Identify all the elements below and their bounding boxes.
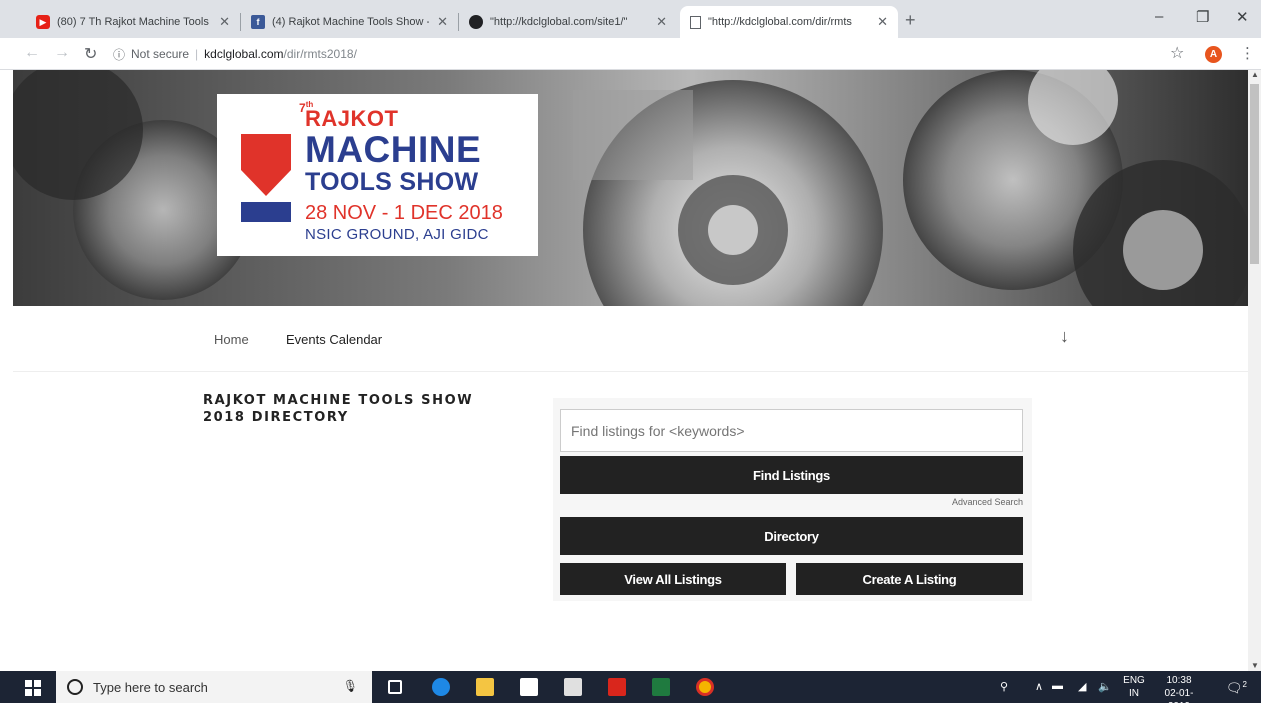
profile-avatar[interactable]: A <box>1205 46 1222 63</box>
directory-button[interactable]: Directory <box>560 517 1023 555</box>
facebook-icon: f <box>251 15 265 29</box>
task-view-icon[interactable] <box>388 680 402 694</box>
mail-icon[interactable] <box>564 678 582 696</box>
browser-tab-strip: ▶ (80) 7 Th Rajkot Machine Tools S ✕ f (… <box>0 0 1261 38</box>
language-code: ENG <box>1123 675 1145 686</box>
logo-venue: NSIC GROUND, AJI GIDC <box>305 226 489 243</box>
browser-toolbar: ← → ↻ ⓘ Not secure | kdclglobal.com /dir… <box>0 38 1261 70</box>
close-window-icon[interactable]: ✕ <box>1236 8 1249 26</box>
battery-icon[interactable]: ▬ <box>1052 680 1063 692</box>
close-tab-icon[interactable]: ✕ <box>437 14 448 30</box>
taskbar-search-box[interactable]: Type here to search 🎙 <box>56 671 372 703</box>
browser-tab[interactable]: f (4) Rajkot Machine Tools Show - ✕ <box>241 6 458 38</box>
browser-tab[interactable]: ▶ (80) 7 Th Rajkot Machine Tools S ✕ <box>26 6 240 38</box>
page-icon <box>690 15 701 29</box>
address-bar[interactable]: ⓘ Not secure | kdclglobal.com /dir/rmts2… <box>113 44 357 64</box>
menu-icon[interactable]: ⋮ <box>1240 44 1255 62</box>
wifi-icon[interactable]: ◢ <box>1078 680 1086 693</box>
store-icon[interactable] <box>520 678 538 696</box>
scroll-down-arrow-icon[interactable]: ↓ <box>1060 326 1069 347</box>
region-code: IN <box>1129 688 1139 699</box>
taskbar-search-placeholder: Type here to search <box>93 679 208 695</box>
gears-background-image <box>13 70 1248 306</box>
bookmark-star-icon[interactable]: ☆ <box>1170 43 1184 63</box>
url-domain: kdclglobal.com <box>204 47 284 61</box>
people-icon[interactable]: ⚲ <box>1000 680 1008 693</box>
header-banner: 7th RAJKOT MACHINE TOOLS SHOW 28 NOV - 1… <box>13 70 1248 306</box>
volume-icon[interactable]: 🔈 <box>1098 680 1112 693</box>
view-all-listings-button[interactable]: View All Listings <box>560 563 786 595</box>
search-input[interactable] <box>560 409 1023 452</box>
clock-date: 02-01-2019 <box>1164 688 1194 712</box>
notifications-icon[interactable]: 🗨2 <box>1226 680 1247 696</box>
cortana-icon <box>67 679 83 695</box>
forward-icon[interactable]: → <box>54 44 70 62</box>
security-label: Not secure <box>131 47 190 61</box>
windows-taskbar: Type here to search 🎙 ⚲ ∧ ▬ ◢ 🔈 ENG IN 1… <box>0 671 1261 712</box>
page-scrollbar[interactable]: ▲ ▼ <box>1248 70 1261 671</box>
tray-expand-icon[interactable]: ∧ <box>1035 680 1043 693</box>
logo-emblem <box>241 134 291 222</box>
close-tab-icon[interactable]: ✕ <box>877 14 888 30</box>
close-tab-icon[interactable]: ✕ <box>656 14 667 30</box>
back-icon[interactable]: ← <box>24 44 40 62</box>
advanced-search-link[interactable]: Advanced Search <box>900 497 1023 507</box>
edge-icon[interactable] <box>432 678 450 696</box>
scrollbar-thumb[interactable] <box>1250 84 1259 264</box>
youtube-icon: ▶ <box>36 15 50 29</box>
language-indicator[interactable]: ENG IN <box>1120 674 1148 700</box>
tab-title: (4) Rajkot Machine Tools Show - <box>272 16 430 28</box>
clock-time: 10:38 <box>1166 675 1192 686</box>
notification-count: 2 <box>1242 680 1247 689</box>
minimize-icon[interactable]: – <box>1155 8 1163 25</box>
logo-tools-show: TOOLS SHOW <box>305 168 479 196</box>
logo-dates: 28 NOV - 1 DEC 2018 <box>305 202 503 224</box>
scroll-up-icon[interactable]: ▲ <box>1251 70 1259 79</box>
reload-icon[interactable]: ↻ <box>84 44 97 64</box>
browser-tab[interactable]: "http://kdclglobal.com/site1/" ✕ <box>459 6 677 38</box>
close-tab-icon[interactable]: ✕ <box>219 14 230 30</box>
tab-title: "http://kdclglobal.com/dir/rmts <box>708 16 852 28</box>
create-listing-button[interactable]: Create A Listing <box>796 563 1023 595</box>
acrobat-icon[interactable] <box>608 678 626 696</box>
info-icon[interactable]: ⓘ <box>113 46 125 63</box>
url-divider: | <box>195 47 199 61</box>
browser-tab-active[interactable]: "http://kdclglobal.com/dir/rmts ✕ <box>680 6 898 38</box>
scroll-down-icon[interactable]: ▼ <box>1251 661 1259 670</box>
system-clock[interactable]: 10:38 02-01-2019 <box>1155 674 1203 713</box>
logo-machine: MACHINE <box>305 129 482 170</box>
new-tab-icon[interactable]: + <box>905 10 916 31</box>
nav-home-link[interactable]: Home <box>214 332 249 347</box>
url-path: /dir/rmts2018/ <box>283 47 357 61</box>
tab-title: (80) 7 Th Rajkot Machine Tools S <box>57 16 212 28</box>
microphone-icon[interactable]: 🎙 <box>343 679 358 693</box>
windows-start-icon[interactable] <box>25 680 41 696</box>
site-navigation: Home Events Calendar ↓ <box>13 306 1248 372</box>
restore-icon[interactable]: ❐ <box>1196 8 1209 26</box>
chrome-icon[interactable] <box>696 678 714 696</box>
tab-title: "http://kdclglobal.com/site1/" <box>490 16 628 28</box>
excel-icon[interactable] <box>652 678 670 696</box>
find-listings-button[interactable]: Find Listings <box>560 456 1023 494</box>
directory-title: RAJKOT MACHINE TOOLS SHOW 2018 DIRECTORY <box>203 393 474 425</box>
show-logo[interactable]: 7th RAJKOT MACHINE TOOLS SHOW 28 NOV - 1… <box>217 94 538 256</box>
globe-icon <box>469 15 483 29</box>
nav-events-calendar-link[interactable]: Events Calendar <box>286 332 382 347</box>
file-explorer-icon[interactable] <box>476 678 494 696</box>
